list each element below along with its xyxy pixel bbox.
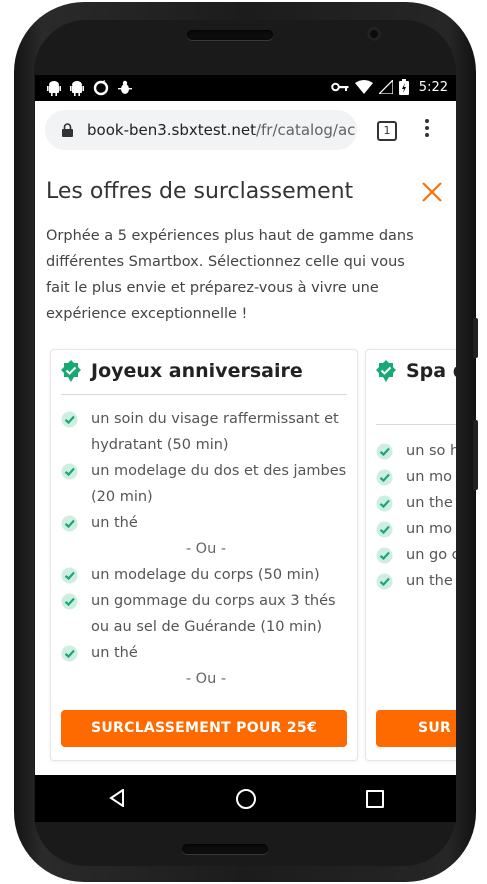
bug-icon (118, 80, 132, 94)
check-icon (376, 495, 393, 512)
check-icon (61, 411, 78, 428)
modal-title: Les offres de surclassement (46, 179, 354, 204)
list-item-text: un modelage du dos et des jambes (20 min… (91, 463, 347, 505)
check-icon (61, 515, 78, 532)
android-icon (70, 81, 84, 96)
wifi-icon (354, 80, 373, 94)
list-item-text: un mo (20 m (406, 469, 456, 485)
offer-card[interactable]: Spa d'excep un so hydra un mo (20 m un the… (365, 349, 456, 761)
upgrade-button[interactable]: SUR (376, 710, 456, 747)
list-item-text: un soin du visage raffermissant et hydra… (91, 411, 339, 453)
close-icon[interactable] (421, 181, 443, 203)
list-item: un the (376, 568, 456, 594)
upgrade-button[interactable]: SURCLASSEMENT POUR 25€ (61, 710, 347, 747)
status-bar: 5:22 (35, 75, 456, 101)
check-icon (61, 567, 78, 584)
url-text[interactable]: book-ben3.sbxtest.net/fr/catalog/ac (87, 121, 357, 139)
check-icon (376, 443, 393, 460)
check-icon (376, 521, 393, 538)
battery-icon (398, 79, 409, 95)
list-item: un thé (61, 510, 351, 536)
browser-toolbar: book-ben3.sbxtest.net/fr/catalog/ac 1 (35, 101, 456, 159)
or-separator: - Ou - (185, 671, 227, 687)
device-screen: 5:22 book-ben3.sbxtest.net/fr/catalog/ac… (35, 75, 456, 822)
check-icon (61, 645, 78, 662)
front-camera (367, 27, 381, 41)
list-item-text: un the (406, 573, 453, 589)
check-icon (61, 593, 78, 610)
list-item-text: un so hydra (406, 443, 456, 459)
check-icon (376, 573, 393, 590)
sync-icon (93, 80, 109, 96)
status-time: 5:22 (418, 79, 448, 95)
home-icon[interactable] (236, 789, 256, 809)
android-nav-bar (35, 775, 456, 822)
power-button (473, 420, 478, 490)
list-item: un go ou au (376, 542, 456, 568)
list-item: un so hydra (376, 438, 456, 464)
modal-intro: Orphée a 5 expériences plus haut de gamm… (46, 228, 414, 322)
list-item-text: un the (406, 495, 453, 511)
offer-divider (376, 424, 456, 425)
upgrade-offers-modal: Les offres de surclassement Orphée a 5 e… (35, 159, 456, 775)
verified-badge-icon (61, 360, 81, 382)
list-item: un gommage du corps aux 3 thés ou au sel… (61, 588, 351, 640)
list-item-text: un mo (406, 521, 452, 537)
offer-feature-list: un so hydra un mo (20 m un the un mo un go o… (376, 438, 456, 594)
bottom-speaker (182, 844, 268, 854)
tab-switcher-button[interactable]: 1 (377, 121, 397, 141)
recent-apps-icon[interactable] (366, 790, 384, 808)
url-path: /fr/catalog/ac (255, 121, 356, 139)
offer-title: Spa d'excep (406, 360, 456, 382)
list-item-text: un modelage du corps (50 min) (91, 567, 320, 583)
list-item-text: un go ou au (406, 547, 456, 563)
check-icon (376, 547, 393, 564)
check-icon (61, 463, 78, 480)
android-icon (47, 81, 61, 96)
back-icon[interactable] (109, 789, 125, 807)
list-item: un mo (376, 516, 456, 542)
volume-button (473, 318, 478, 358)
check-icon (376, 469, 393, 486)
signal-icon (378, 80, 393, 94)
offer-feature-list: un soin du visage raffermissant et hydra… (61, 406, 351, 692)
list-item-text: un thé (91, 515, 138, 531)
overflow-menu-icon[interactable] (424, 119, 430, 140)
list-item: un soin du visage raffermissant et hydra… (61, 406, 351, 458)
offer-card[interactable]: Joyeux anniversaire un soin du visage ra… (50, 349, 358, 761)
offer-title: Joyeux anniversaire (91, 360, 303, 382)
offer-divider (61, 394, 347, 395)
list-item: un thé (61, 640, 351, 666)
list-item: un the (376, 490, 456, 516)
address-bar[interactable]: book-ben3.sbxtest.net/fr/catalog/ac (45, 110, 357, 150)
or-separator: - Ou - (185, 541, 227, 557)
verified-badge-icon (376, 360, 396, 382)
list-item-text: un gommage du corps aux 3 thés ou au sel… (91, 593, 336, 635)
list-item: un modelage du corps (50 min) (61, 562, 351, 588)
earpiece-speaker (187, 30, 273, 40)
list-item: un mo (20 m (376, 464, 456, 490)
url-host: book-ben3.sbxtest.net (87, 121, 256, 139)
list-item-text: un thé (91, 645, 138, 661)
list-item: un modelage du dos et des jambes (20 min… (61, 458, 351, 510)
vpn-key-icon (330, 82, 349, 92)
lock-icon (62, 123, 73, 137)
